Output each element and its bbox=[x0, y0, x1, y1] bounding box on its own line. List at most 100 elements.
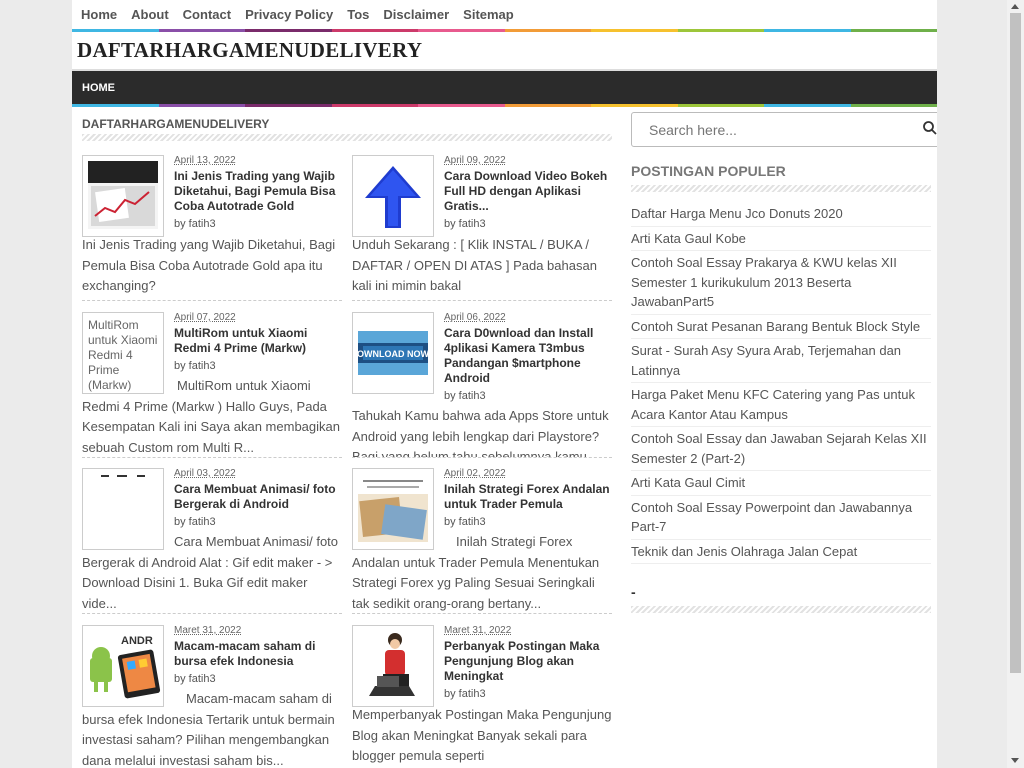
post-date: April 03, 2022 bbox=[174, 468, 236, 479]
rainbow-segment bbox=[331, 29, 418, 32]
mainnav-home[interactable]: HOME bbox=[72, 82, 115, 94]
popular-post-link[interactable]: Contoh Soal Essay Powerpoint dan Jawaban… bbox=[631, 496, 931, 540]
up-arrow-icon bbox=[365, 166, 421, 228]
post-title[interactable]: Perbanyak Postingan Maka Pengunjung Blog… bbox=[444, 639, 612, 684]
rainbow-segment bbox=[677, 29, 764, 32]
popular-post-link[interactable]: Harga Paket Menu KFC Catering yang Pas u… bbox=[631, 383, 931, 427]
sidebar: POSTINGAN POPULER Daftar Harga Menu Jco … bbox=[631, 112, 937, 613]
download-now-image-icon: OWNLOAD NOW bbox=[357, 331, 429, 375]
post-thumbnail[interactable] bbox=[82, 155, 164, 237]
trading-image-icon bbox=[88, 161, 158, 229]
scrollbar-thumb[interactable] bbox=[1010, 13, 1021, 673]
popular-post-link[interactable]: Teknik dan Jenis Olahraga Jalan Cepat bbox=[631, 540, 931, 564]
post-card: ANDR Maret 31, 2022 Macam-macam saham di… bbox=[82, 625, 342, 768]
post-author[interactable]: by fatih3 bbox=[174, 673, 342, 685]
post-author[interactable]: by fatih3 bbox=[444, 688, 612, 700]
popular-post-link[interactable]: Daftar Harga Menu Jco Donuts 2020 bbox=[631, 202, 931, 227]
topnav-sitemap[interactable]: Sitemap bbox=[456, 7, 521, 22]
topnav-disclaimer[interactable]: Disclaimer bbox=[376, 7, 456, 22]
post-author[interactable]: by fatih3 bbox=[174, 218, 342, 230]
post-author[interactable]: by fatih3 bbox=[174, 360, 342, 372]
post-snippet: Tahukah Kamu bahwa ada Apps Store untuk … bbox=[352, 408, 609, 458]
popular-post-link[interactable]: Arti Kata Gaul Cimit bbox=[631, 471, 931, 496]
post-date: April 07, 2022 bbox=[174, 312, 236, 323]
post-title[interactable]: Inilah Strategi Forex Andalan untuk Trad… bbox=[444, 482, 612, 512]
rainbow-segment bbox=[418, 104, 505, 107]
main-content: DAFTARHARGAMENUDELIVERY April 13, 2022 I… bbox=[82, 114, 612, 768]
rainbow-segment bbox=[850, 29, 937, 32]
post-date: April 13, 2022 bbox=[174, 155, 236, 166]
post-title[interactable]: Cara D0wnload dan Install 4plikasi Kamer… bbox=[444, 326, 612, 386]
rainbow-segment bbox=[245, 104, 332, 107]
popular-post-link[interactable]: Surat - Surah Asy Syura Arab, Terjemahan… bbox=[631, 339, 931, 383]
popular-posts-title: POSTINGAN POPULER bbox=[631, 163, 786, 179]
svg-text:ANDR: ANDR bbox=[121, 635, 153, 647]
topnav-about[interactable]: About bbox=[124, 7, 176, 22]
popular-posts-list: Daftar Harga Menu Jco Donuts 2020 Arti K… bbox=[631, 202, 931, 564]
main-nav: HOME bbox=[72, 71, 937, 104]
page-scrollbar[interactable] bbox=[1007, 0, 1024, 768]
post-thumbnail[interactable] bbox=[352, 155, 434, 237]
popular-post-link[interactable]: Contoh Surat Pesanan Barang Bentuk Block… bbox=[631, 315, 931, 339]
popular-post-link[interactable]: Arti Kata Gaul Kobe bbox=[631, 227, 931, 251]
popular-post-link[interactable]: Contoh Soal Essay Prakarya & KWU kelas X… bbox=[631, 251, 931, 315]
post-author[interactable]: by fatih3 bbox=[444, 390, 612, 402]
post-snippet: Ini Jenis Trading yang Wajib Diketahui, … bbox=[82, 237, 336, 293]
topnav-contact[interactable]: Contact bbox=[176, 7, 238, 22]
post-date: Maret 31, 2022 bbox=[174, 625, 242, 636]
topnav-home[interactable]: Home bbox=[74, 7, 124, 22]
rainbow-segment bbox=[418, 29, 505, 32]
page: Home About Contact Privacy Policy Tos Di… bbox=[72, 0, 937, 768]
post-date: April 02, 2022 bbox=[444, 468, 506, 479]
topnav-tos[interactable]: Tos bbox=[340, 7, 376, 22]
section-stripe bbox=[82, 134, 612, 141]
post-card: April 02, 2022 Inilah Strategi Forex And… bbox=[352, 468, 612, 614]
search-icon[interactable] bbox=[923, 121, 937, 135]
post-author[interactable]: by fatih3 bbox=[174, 516, 342, 528]
post-card: April 09, 2022 Cara Download Video Bokeh… bbox=[352, 155, 612, 301]
post-date: Maret 31, 2022 bbox=[444, 625, 512, 636]
post-title[interactable]: MultiRom untuk Xiaomi Redmi 4 Prime (Mar… bbox=[174, 326, 342, 356]
post-title[interactable]: Cara Download Video Bokeh Full HD dengan… bbox=[444, 169, 612, 214]
blogger-image-icon bbox=[369, 633, 415, 696]
post-snippet: MultiRom untuk Xiaomi Redmi 4 Prime (Mar… bbox=[82, 378, 340, 455]
search-input[interactable] bbox=[647, 121, 901, 139]
site-title[interactable]: DAFTARHARGAMENUDELIVERY bbox=[77, 38, 422, 63]
post-title[interactable]: Ini Jenis Trading yang Wajib Diketahui, … bbox=[174, 169, 342, 214]
site-header: DAFTARHARGAMENUDELIVERY bbox=[72, 32, 937, 71]
second-widget-title: - bbox=[631, 584, 636, 600]
top-nav: Home About Contact Privacy Policy Tos Di… bbox=[72, 0, 937, 29]
rainbow-segment bbox=[504, 104, 591, 107]
post-author[interactable]: by fatih3 bbox=[444, 218, 612, 230]
post-snippet: Memperbanyak Postingan Maka Pengunjung B… bbox=[352, 707, 612, 763]
search-box bbox=[631, 112, 937, 147]
topnav-privacy-policy[interactable]: Privacy Policy bbox=[238, 7, 340, 22]
rainbow-segment bbox=[158, 104, 245, 107]
post-card: OWNLOAD NOW April 06, 2022 Cara D0wnload… bbox=[352, 312, 612, 458]
rainbow-segment bbox=[331, 104, 418, 107]
post-author[interactable]: by fatih3 bbox=[444, 516, 612, 528]
rainbow-segment bbox=[764, 104, 851, 107]
post-title[interactable]: Macam-macam saham di bursa efek Indonesi… bbox=[174, 639, 342, 669]
post-snippet: Unduh Sekarang : [ Klik INSTAL / BUKA / … bbox=[352, 237, 597, 293]
post-snippet: Macam-macam saham di bursa efek Indonesi… bbox=[82, 691, 335, 768]
post-thumbnail[interactable]: OWNLOAD NOW bbox=[352, 312, 434, 394]
scroll-down-icon[interactable] bbox=[1011, 758, 1019, 763]
rainbow-segment bbox=[72, 29, 159, 32]
rainbow-segment bbox=[72, 104, 159, 107]
rainbow-divider-top bbox=[72, 29, 937, 32]
rainbow-segment bbox=[677, 104, 764, 107]
post-card: Maret 31, 2022 Perbanyak Postingan Maka … bbox=[352, 625, 612, 768]
post-snippet: Inilah Strategi Forex Andalan untuk Trad… bbox=[352, 534, 600, 611]
scroll-up-icon[interactable] bbox=[1011, 4, 1019, 9]
popular-post-link[interactable]: Contoh Soal Essay dan Jawaban Sejarah Ke… bbox=[631, 427, 931, 471]
svg-text:OWNLOAD NOW: OWNLOAD NOW bbox=[357, 349, 429, 359]
rainbow-segment bbox=[591, 104, 678, 107]
post-thumbnail[interactable] bbox=[352, 625, 434, 707]
section-title: DAFTARHARGAMENUDELIVERY bbox=[82, 117, 270, 131]
rainbow-segment bbox=[591, 29, 678, 32]
rainbow-segment bbox=[850, 104, 937, 107]
post-title[interactable]: Cara Membuat Animasi/ foto Bergerak di A… bbox=[174, 482, 342, 512]
post-date: April 09, 2022 bbox=[444, 155, 506, 166]
post-card: MultiRom untuk Xiaomi Redmi 4 Prime (Mar… bbox=[82, 312, 342, 458]
